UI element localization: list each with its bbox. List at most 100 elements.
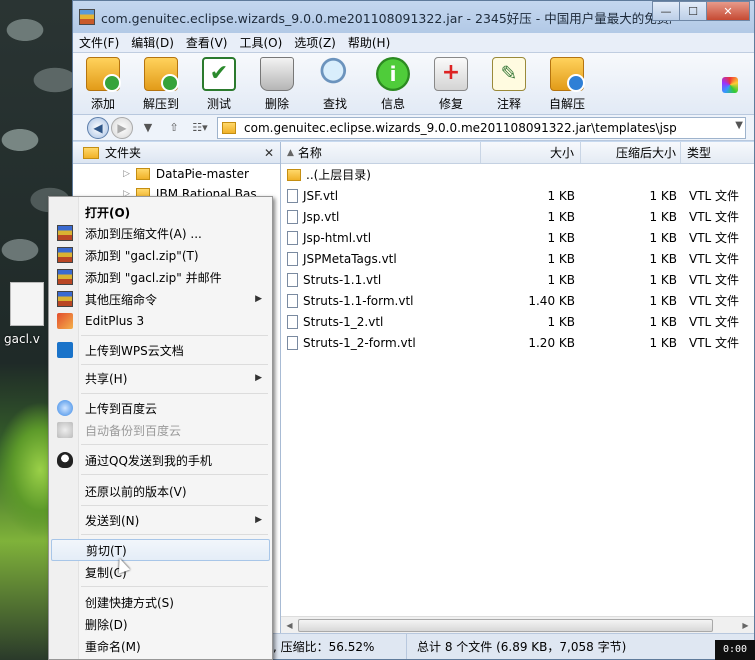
menu-create-shortcut[interactable]: 创建快捷方式(S) [51,591,270,613]
file-icon [287,335,298,350]
file-compressed-size: 1 KB [649,209,677,224]
menu-share[interactable]: 共享(H) ▶ [51,367,270,389]
expand-arrow-icon[interactable]: ▷ [123,169,130,179]
menu-send-to[interactable]: 发送到(N) ▶ [51,509,270,531]
comment-button[interactable]: 注释 [485,57,533,112]
find-icon [318,57,352,91]
find-label: 查找 [322,97,347,111]
submenu-arrow-icon: ▶ [255,515,262,525]
table-row[interactable]: JSF.vtl 1 KB 1 KB VTL 文件 [281,185,754,206]
test-icon [202,57,236,91]
desktop-file-label: gacl.v [4,332,40,346]
test-button[interactable]: 测试 [195,57,243,112]
folder-pane-header: 文件夹 ✕ [73,142,280,164]
menu-editplus[interactable]: EditPlus 3 [51,310,270,332]
parent-folder-row[interactable]: ..(上层目录) [281,164,754,185]
status-total: 总计 8 个文件 (6.89 KB，7,058 字节) [417,640,627,654]
menu-rename[interactable]: 重命名(M) [51,635,270,657]
up-folder-icon[interactable]: ⇧ [165,121,183,134]
address-path: com.genuitec.eclipse.wizards_9.0.0.me201… [244,120,677,135]
menu-add-to-archive[interactable]: 添加到压缩文件(A) ... [51,222,270,244]
menu-open[interactable]: 打开(O) [51,201,270,223]
menu-auto-backup-baidu[interactable]: 自动备份到百度云 [51,419,270,441]
table-row[interactable]: Struts-1_2-form.vtl 1.20 KB 1 KB VTL 文件 [281,332,754,353]
file-type: VTL 文件 [689,252,740,266]
menu-restore-versions[interactable]: 还原以前的版本(V) [51,480,270,502]
file-size: 1 KB [547,230,575,245]
address-dropdown-icon[interactable]: ▼ [735,120,743,131]
table-row[interactable]: Struts-1.1.vtl 1 KB 1 KB VTL 文件 [281,269,754,290]
column-type[interactable]: 类型 [681,142,754,163]
file-name: Jsp-html.vtl [303,230,372,245]
file-size: 1.40 KB [528,293,575,308]
archive-icon [57,247,73,263]
context-menu: 打开(O) 添加到压缩文件(A) ... 添加到 "gacl.zip"(T) 添… [48,196,273,660]
menu-tools[interactable]: 工具(O) [239,34,282,51]
scroll-left-icon[interactable]: ◀ [281,621,298,630]
column-compressed-size[interactable]: 压缩后大小 [581,142,681,163]
window-title: com.genuitec.eclipse.wizards_9.0.0.me201… [101,10,671,26]
close-pane-button[interactable]: ✕ [264,146,274,160]
column-size[interactable]: 大小 [481,142,581,163]
skin-palette-icon[interactable] [722,77,738,93]
menu-delete[interactable]: 删除(D) [51,613,270,635]
info-icon: i [376,57,410,91]
delete-button[interactable]: 删除 [253,57,301,112]
menu-edit[interactable]: 编辑(D) [131,34,174,51]
file-compressed-size: 1 KB [649,251,677,266]
menu-file[interactable]: 文件(F) [79,34,119,51]
file-icon [287,209,298,224]
find-button[interactable]: 查找 [311,57,359,112]
menu-send-qq[interactable]: 通过QQ发送到我的手机 [51,449,270,471]
extract-button[interactable]: 解压到 [137,57,185,112]
archive-icon [57,269,73,285]
view-mode-icon[interactable]: ☷▾ [191,121,209,134]
sort-up-icon: ▲ [287,147,294,158]
comment-icon [492,57,526,91]
menu-options[interactable]: 选项(Z) [294,34,336,51]
file-name: Jsp.vtl [303,209,340,224]
file-type: VTL 文件 [689,294,740,308]
menu-cut[interactable]: 剪切(T) [51,539,270,561]
close-button[interactable]: ✕ [706,1,750,21]
sfx-button[interactable]: 自解压 [543,57,591,112]
back-button[interactable]: ◀ [87,116,109,139]
maximize-button[interactable]: ☐ [679,1,707,21]
repair-button[interactable]: 修复 [427,57,475,112]
tree-item[interactable]: ▷ DataPie-master [73,164,280,184]
table-row[interactable]: Jsp-html.vtl 1 KB 1 KB VTL 文件 [281,227,754,248]
menu-copy[interactable]: 复制(C) [51,561,270,583]
baidu-cloud-icon [57,400,73,416]
desktop-file[interactable]: gacl.v [4,282,50,352]
table-row[interactable]: Jsp.vtl 1 KB 1 KB VTL 文件 [281,206,754,227]
address-field[interactable]: com.genuitec.eclipse.wizards_9.0.0.me201… [217,116,746,139]
menu-add-zip-email[interactable]: 添加到 "gacl.zip" 并邮件 [51,266,270,288]
forward-button[interactable]: ▶ [111,116,133,139]
menu-separator [81,505,268,506]
column-name[interactable]: ▲ 名称 [281,142,481,163]
parent-folder-label: ..(上层目录) [306,168,371,182]
horizontal-scrollbar[interactable]: ◀ ▶ [281,616,754,633]
history-dropdown-icon[interactable]: ▼ [139,121,157,134]
info-button[interactable]: i 信息 [369,57,417,112]
minimize-button[interactable]: — [652,1,680,21]
repair-icon [434,57,468,91]
table-row[interactable]: Struts-1_2.vtl 1 KB 1 KB VTL 文件 [281,311,754,332]
scroll-thumb[interactable] [298,618,713,632]
table-row[interactable]: Struts-1.1-form.vtl 1.40 KB 1 KB VTL 文件 [281,290,754,311]
tree-item-label: DataPie-master [155,167,249,181]
menu-other-compress[interactable]: 其他压缩命令 ▶ [51,288,270,310]
menu-upload-baidu[interactable]: 上传到百度云 [51,397,270,419]
table-row[interactable]: JSPMetaTags.vtl 1 KB 1 KB VTL 文件 [281,248,754,269]
file-type: VTL 文件 [689,189,740,203]
menu-add-to-zip[interactable]: 添加到 "gacl.zip"(T) [51,244,270,266]
scroll-right-icon[interactable]: ▶ [737,621,754,630]
add-button[interactable]: 添加 [79,57,127,112]
menu-upload-wps[interactable]: 上传到WPS云文档 [51,339,270,361]
menu-view[interactable]: 查看(V) [186,34,228,51]
folder-pane-title: 文件夹 [105,146,142,160]
menu-help[interactable]: 帮助(H) [348,34,390,51]
menu-separator [81,364,268,365]
submenu-arrow-icon: ▶ [255,373,262,383]
baidu-backup-icon [57,422,73,438]
